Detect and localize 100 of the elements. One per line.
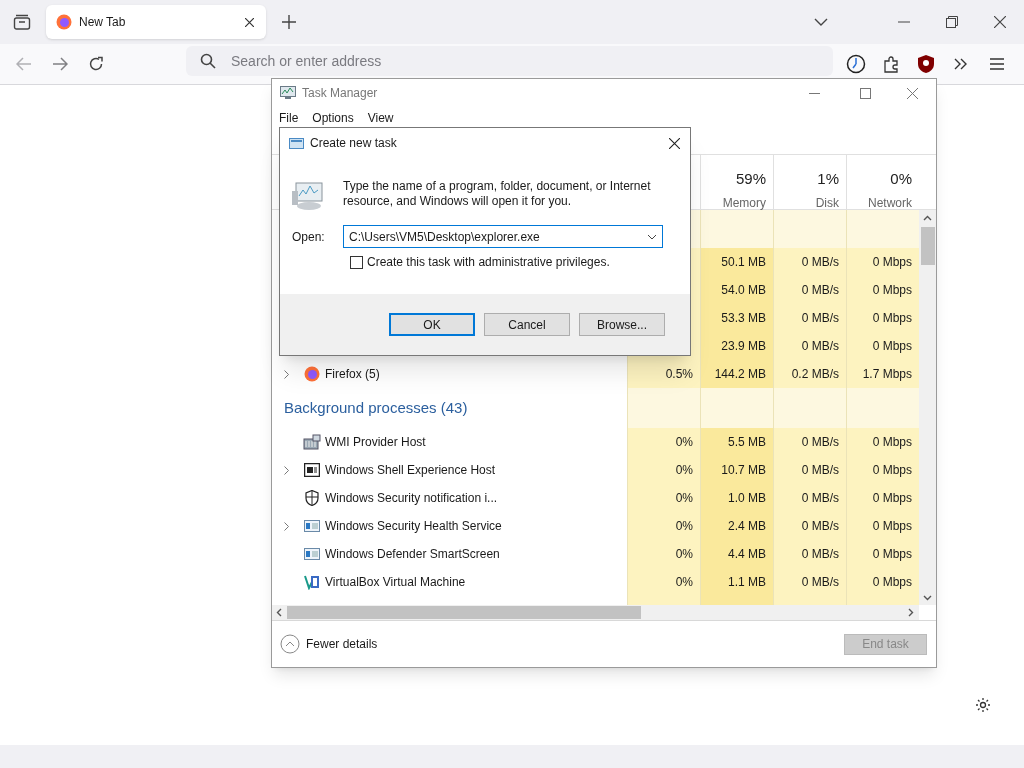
shield-icon [305,490,319,506]
table-cell: 0 Mbps [846,428,919,456]
column-percent: 0% [890,169,912,189]
scroll-thumb[interactable] [920,227,935,265]
expand-icon[interactable] [283,521,289,531]
column-header[interactable]: 59% Memory [700,155,773,209]
tab-title: New Tab [79,14,127,31]
dialog-message: Type the name of a program, folder, document, or Internet resource, and Windows will open it for you. [343,179,652,210]
server-icon [303,434,321,450]
table-cell: 10.7 MB [700,456,773,484]
table-cell: 0.5% [627,360,700,388]
process-name: Windows Security Health Service [325,518,502,535]
table-cell: 0 Mbps [846,332,919,360]
scroll-down-icon[interactable] [923,595,932,601]
app-window-icon [304,548,320,560]
scroll-right-icon[interactable] [908,608,914,617]
group-heading[interactable]: Background processes (43) [284,396,468,420]
column-header[interactable]: 1% Disk [773,155,846,209]
tab-list-icon[interactable] [13,14,31,30]
table-cell: 50.1 MB [700,248,773,276]
clock-icon[interactable] [846,54,866,74]
admin-checkbox-label[interactable]: Create this task with administrative privileges. [367,253,610,271]
column-label: Disk [815,194,839,212]
process-name: Windows Shell Experience Host [325,462,496,479]
horizontal-scrollbar[interactable] [272,605,919,620]
open-value: C:\Users\VM5\Desktop\explorer.exe [349,228,541,246]
table-cell: 0 MB/s [773,512,846,540]
fewer-details-link[interactable]: Fewer details [306,635,378,653]
table-cell: 1.0 MB [700,484,773,512]
menu-item[interactable]: Options [312,109,354,127]
table-cell: 54.0 MB [700,276,773,304]
reload-icon[interactable] [88,56,104,72]
table-cell: 0% [627,456,700,484]
close-icon[interactable] [245,17,254,27]
table-cell: 0 Mbps [846,304,919,332]
admin-checkbox[interactable] [350,255,363,269]
table-cell: 0% [627,484,700,512]
table-cell: 0% [627,428,700,456]
app-window-icon [304,520,320,532]
table-cell: 4.4 MB [700,540,773,568]
collapse-icon[interactable] [280,634,300,654]
overflow-icon[interactable] [954,58,968,70]
table-cell: 0% [627,512,700,540]
scroll-left-icon[interactable] [276,608,282,617]
window-icon [304,463,320,477]
address-bar[interactable]: Search or enter address [186,46,833,76]
close-icon[interactable] [994,16,1006,28]
menu-item[interactable]: View [367,109,394,127]
maximize-icon[interactable] [860,87,871,99]
table-cell: 0 MB/s [773,456,846,484]
table-cell: 23.9 MB [700,332,773,360]
vertical-scrollbar[interactable] [919,210,936,605]
cube-icon [304,574,320,590]
dialog-button[interactable]: Cancel [484,313,570,336]
shield-icon[interactable] [918,55,934,73]
table-cell: 1.1 MB [700,568,773,596]
restore-icon[interactable] [946,16,958,28]
table-cell: 144.2 MB [700,360,773,388]
close-icon[interactable] [669,137,680,149]
process-name: WMI Provider Host [325,434,426,451]
table-cell: 0.2 MB/s [773,360,846,388]
browser-tab[interactable]: New Tab [46,5,266,39]
column-percent: 1% [817,169,839,189]
menu-item[interactable]: File [279,109,299,127]
dropdown-icon[interactable] [647,233,657,240]
puzzle-icon[interactable] [883,55,901,73]
expand-icon[interactable] [283,369,289,379]
table-cell: 0% [627,568,700,596]
address-placeholder: Search or enter address [231,51,382,71]
computer-icon [292,181,326,211]
column-header[interactable]: 0% Network [846,155,919,209]
table-cell: 0 MB/s [773,428,846,456]
new-tab-icon[interactable] [282,15,296,29]
column-label: Network [868,194,912,212]
fox-icon [56,14,72,30]
table-cell: 0 MB/s [773,484,846,512]
table-cell: 0 MB/s [773,540,846,568]
fox-icon [304,366,320,382]
task-manager-icon [280,86,296,100]
process-name: Firefox (5) [325,366,380,383]
forward-icon[interactable] [52,57,68,71]
minimize-icon[interactable] [809,92,820,94]
expand-icon[interactable] [283,465,289,475]
menu-icon[interactable] [990,58,1004,70]
open-combobox[interactable]: C:\Users\VM5\Desktop\explorer.exe [343,225,663,248]
table-cell: 53.3 MB [700,304,773,332]
dialog-button[interactable]: OK [389,313,475,336]
dialog-button[interactable]: Browse... [579,313,665,336]
table-cell: 0 Mbps [846,568,919,596]
table-cell: 0 Mbps [846,276,919,304]
table-cell: 0 Mbps [846,456,919,484]
scroll-up-icon[interactable] [923,215,932,221]
settings-icon[interactable] [975,697,991,713]
scroll-thumb[interactable] [287,606,641,619]
dialog-title: Create new task [310,135,397,152]
table-cell: 0 MB/s [773,248,846,276]
chevron-down-icon[interactable] [814,18,828,26]
process-name: Windows Security notification i... [325,490,498,507]
process-name: Windows Defender SmartScreen [325,546,500,563]
run-icon [289,137,304,149]
